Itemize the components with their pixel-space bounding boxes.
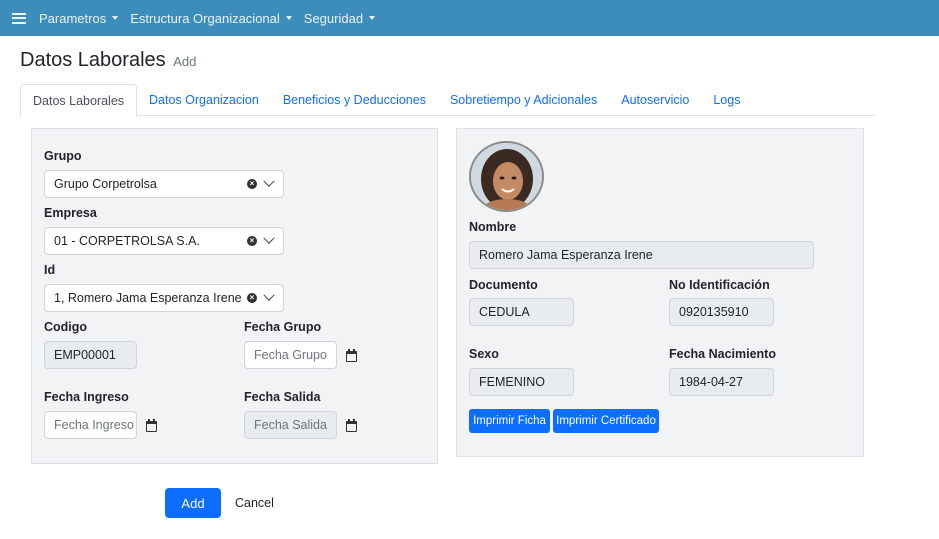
clear-icon[interactable]: × <box>247 179 257 189</box>
empresa-label: Empresa <box>44 206 97 220</box>
id-select[interactable]: 1, Romero Jama Esperanza Irene × <box>44 284 284 312</box>
tab-logs[interactable]: Logs <box>701 84 752 116</box>
nombre-label: Nombre <box>469 220 517 234</box>
codigo-label: Codigo <box>44 320 88 334</box>
clear-icon[interactable]: × <box>247 236 257 246</box>
nombre-field: Romero Jama Esperanza Irene <box>469 241 814 269</box>
tab-datos-organizacion[interactable]: Datos Organizacion <box>137 84 271 116</box>
tab-bar: Datos Laborales Datos Organizacion Benef… <box>20 84 875 117</box>
fecha-nacimiento-field: 1984-04-27 <box>669 368 774 396</box>
chevron-down-icon[interactable] <box>263 232 275 244</box>
documento-field: CEDULA <box>469 298 574 326</box>
sexo-field: FEMENINO <box>469 368 574 396</box>
documento-label: Documento <box>469 278 538 292</box>
print-ficha-button[interactable]: Imprimir Ficha <box>469 409 550 433</box>
nav-parametros-label: Parametros <box>39 10 107 26</box>
chevron-down-icon[interactable] <box>263 175 275 187</box>
no-identificacion-field: 0920135910 <box>669 298 774 326</box>
nav-estructura-label: Estructura Organizacional <box>130 10 280 26</box>
grupo-value: Grupo Corpetrolsa <box>54 177 157 191</box>
page-subtitle: Add <box>173 54 197 69</box>
nav-parametros[interactable]: Parametros <box>39 10 119 26</box>
top-navbar: Parametros Estructura Organizacional Seg… <box>0 0 939 36</box>
employee-photo-avatar <box>469 141 544 212</box>
sexo-label: Sexo <box>469 347 499 361</box>
empresa-select[interactable]: 01 - CORPETROLSA S.A. × <box>44 227 284 255</box>
fecha-nacimiento-label: Fecha Nacimiento <box>669 347 776 361</box>
tab-autoservicio[interactable]: Autoservicio <box>609 84 701 116</box>
empresa-value: 01 - CORPETROLSA S.A. <box>54 234 200 248</box>
fecha-grupo-input[interactable]: Fecha Grupo <box>244 341 337 369</box>
nav-seguridad-label: Seguridad <box>303 10 364 26</box>
tab-sobretiempo-adicionales[interactable]: Sobretiempo y Adicionales <box>438 84 609 116</box>
chevron-down-icon[interactable] <box>263 289 275 301</box>
nav-estructura-organizacional[interactable]: Estructura Organizacional <box>130 11 292 26</box>
tab-beneficios-deducciones[interactable]: Beneficios y Deducciones <box>271 84 438 116</box>
fecha-salida-label: Fecha Salida <box>244 390 321 404</box>
page-title: Datos Laborales Add <box>20 49 196 72</box>
grupo-select[interactable]: Grupo Corpetrolsa × <box>44 170 284 198</box>
caret-down-icon <box>112 16 119 20</box>
grupo-label: Grupo <box>44 149 82 163</box>
tab-datos-laborales[interactable]: Datos Laborales <box>20 84 138 117</box>
caret-down-icon <box>369 16 376 20</box>
page-title-text: Datos Laborales <box>20 49 166 71</box>
calendar-icon[interactable] <box>146 419 157 432</box>
cancel-button[interactable]: Cancel <box>235 496 274 510</box>
caret-down-icon <box>285 16 292 20</box>
fecha-grupo-label: Fecha Grupo <box>244 320 322 334</box>
no-identificacion-label: No Identificación <box>669 278 770 292</box>
fecha-ingreso-label: Fecha Ingreso <box>44 390 129 404</box>
calendar-icon[interactable] <box>346 419 357 432</box>
print-certificado-button[interactable]: Imprimir Certificado <box>553 409 659 433</box>
id-value: 1, Romero Jama Esperanza Irene <box>54 291 242 305</box>
nav-seguridad[interactable]: Seguridad <box>303 10 376 26</box>
calendar-icon[interactable] <box>346 349 357 362</box>
hamburger-menu-icon[interactable] <box>12 12 26 24</box>
clear-icon[interactable]: × <box>247 293 257 303</box>
add-button[interactable]: Add <box>165 488 221 518</box>
codigo-field: EMP00001 <box>44 341 137 369</box>
fecha-ingreso-input[interactable]: Fecha Ingreso <box>44 411 137 439</box>
id-label: Id <box>44 263 56 277</box>
fecha-salida-input: Fecha Salida <box>244 411 337 439</box>
